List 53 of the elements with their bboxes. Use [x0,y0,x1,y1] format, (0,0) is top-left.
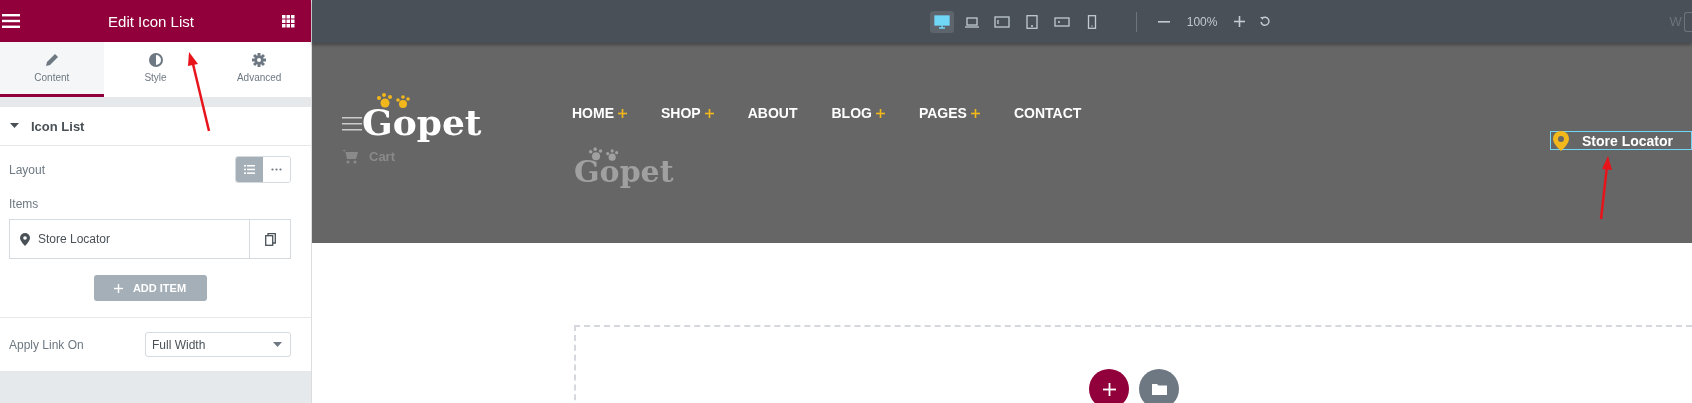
annotation-arrow [1598,156,1612,220]
items-label: Items [9,197,40,211]
nav-link[interactable]: BLOG [831,105,885,121]
location-pin-icon [1553,130,1569,151]
apply-link-select[interactable]: Full Width [145,332,291,357]
plus-icon [704,108,714,118]
faded-logo: Gopet [574,147,674,188]
nav-link[interactable]: SHOP [661,105,714,121]
list-icon [244,165,255,174]
cart-icon [342,149,359,164]
layout-label: Layout [9,162,46,177]
copy-icon [264,232,276,246]
nav-link[interactable]: PAGES [918,105,980,121]
tablet-landscape-icon [994,14,1010,29]
template-library-button[interactable] [1139,369,1179,403]
gear-icon [252,53,267,67]
caret-icon [10,123,19,129]
dots-icon [271,168,282,171]
section-header[interactable]: Icon List [0,107,311,146]
width-field[interactable] [1683,11,1692,32]
folder-icon [1151,383,1167,395]
undo-icon [1259,16,1271,27]
location-pin-icon [20,232,30,246]
plus-icon [113,283,123,293]
plus-icon [970,108,980,118]
tablet-icon [1024,14,1040,29]
contrast-icon [148,53,163,67]
apps-grid-icon[interactable] [282,14,295,28]
panel-title: Edit Icon List [108,12,194,30]
add-section-button[interactable] [1089,369,1129,403]
caret-icon [273,342,282,347]
store-locator-link[interactable]: Store Locator [1550,131,1692,150]
desktop-device-button[interactable] [930,10,954,33]
zoom-in-button[interactable] [1232,14,1248,29]
plus-icon [1102,382,1116,396]
minus-icon [1157,20,1170,23]
zoom-level: 100% [1186,14,1218,29]
plus-icon [618,108,627,118]
apply-link-label: Apply Link On [9,337,84,352]
site-logo[interactable]: Gopet [362,93,482,141]
nav-link[interactable]: ABOUT [747,105,798,121]
plus-icon [1234,16,1246,27]
reset-zoom-button[interactable] [1257,14,1273,29]
panel-tab[interactable]: Content [0,42,104,97]
laptop-icon [964,14,980,29]
nav-link[interactable]: CONTACT [1013,105,1082,121]
menu-icon[interactable] [2,14,20,28]
desktop-icon [934,14,950,29]
plus-icon [875,108,885,118]
nav-link[interactable]: HOME [572,105,627,121]
pencil-icon [44,53,59,67]
mobile-landscape-icon [1054,14,1070,29]
hamburger-icon[interactable] [342,117,362,131]
